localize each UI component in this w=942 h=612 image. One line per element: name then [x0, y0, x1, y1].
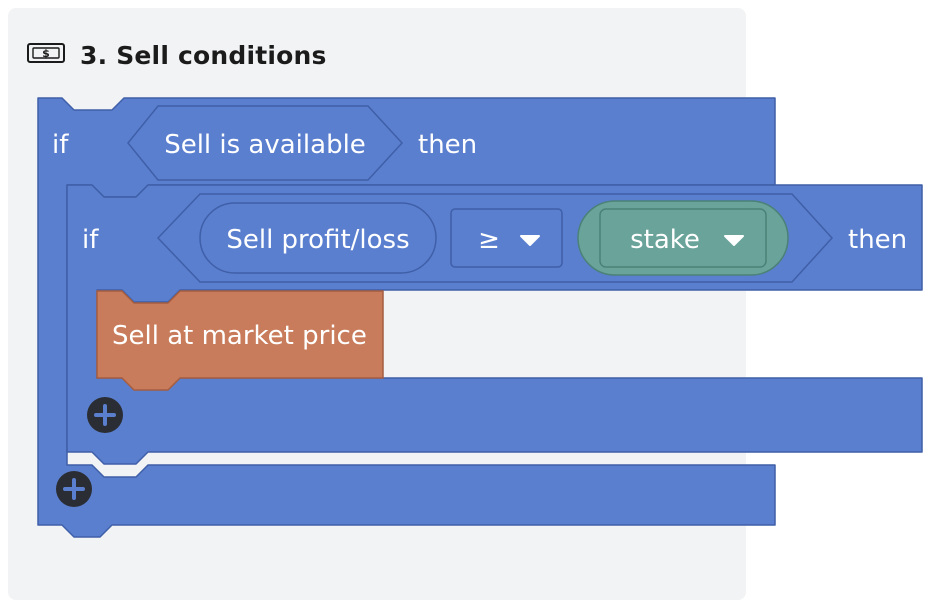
blocks-canvas: if Sell is available then if Sell profit… [37, 97, 923, 538]
outer-if-keyword: if [52, 130, 69, 160]
inner-then-keyword: then [848, 225, 907, 255]
inner-if-keyword: if [82, 225, 99, 255]
sell-profit-loss-label: Sell profit/loss [226, 225, 409, 255]
operator-label: ≥ [478, 225, 500, 255]
inner-add-button[interactable] [87, 397, 123, 433]
outer-then-keyword: then [418, 130, 477, 160]
outer-add-button[interactable] [56, 471, 92, 507]
operator-dropdown[interactable] [450, 208, 563, 268]
sell-at-market-price-label: Sell at market price [112, 321, 367, 351]
stake-label: stake [630, 225, 700, 255]
sell-is-available-condition[interactable]: Sell is available [164, 130, 366, 160]
